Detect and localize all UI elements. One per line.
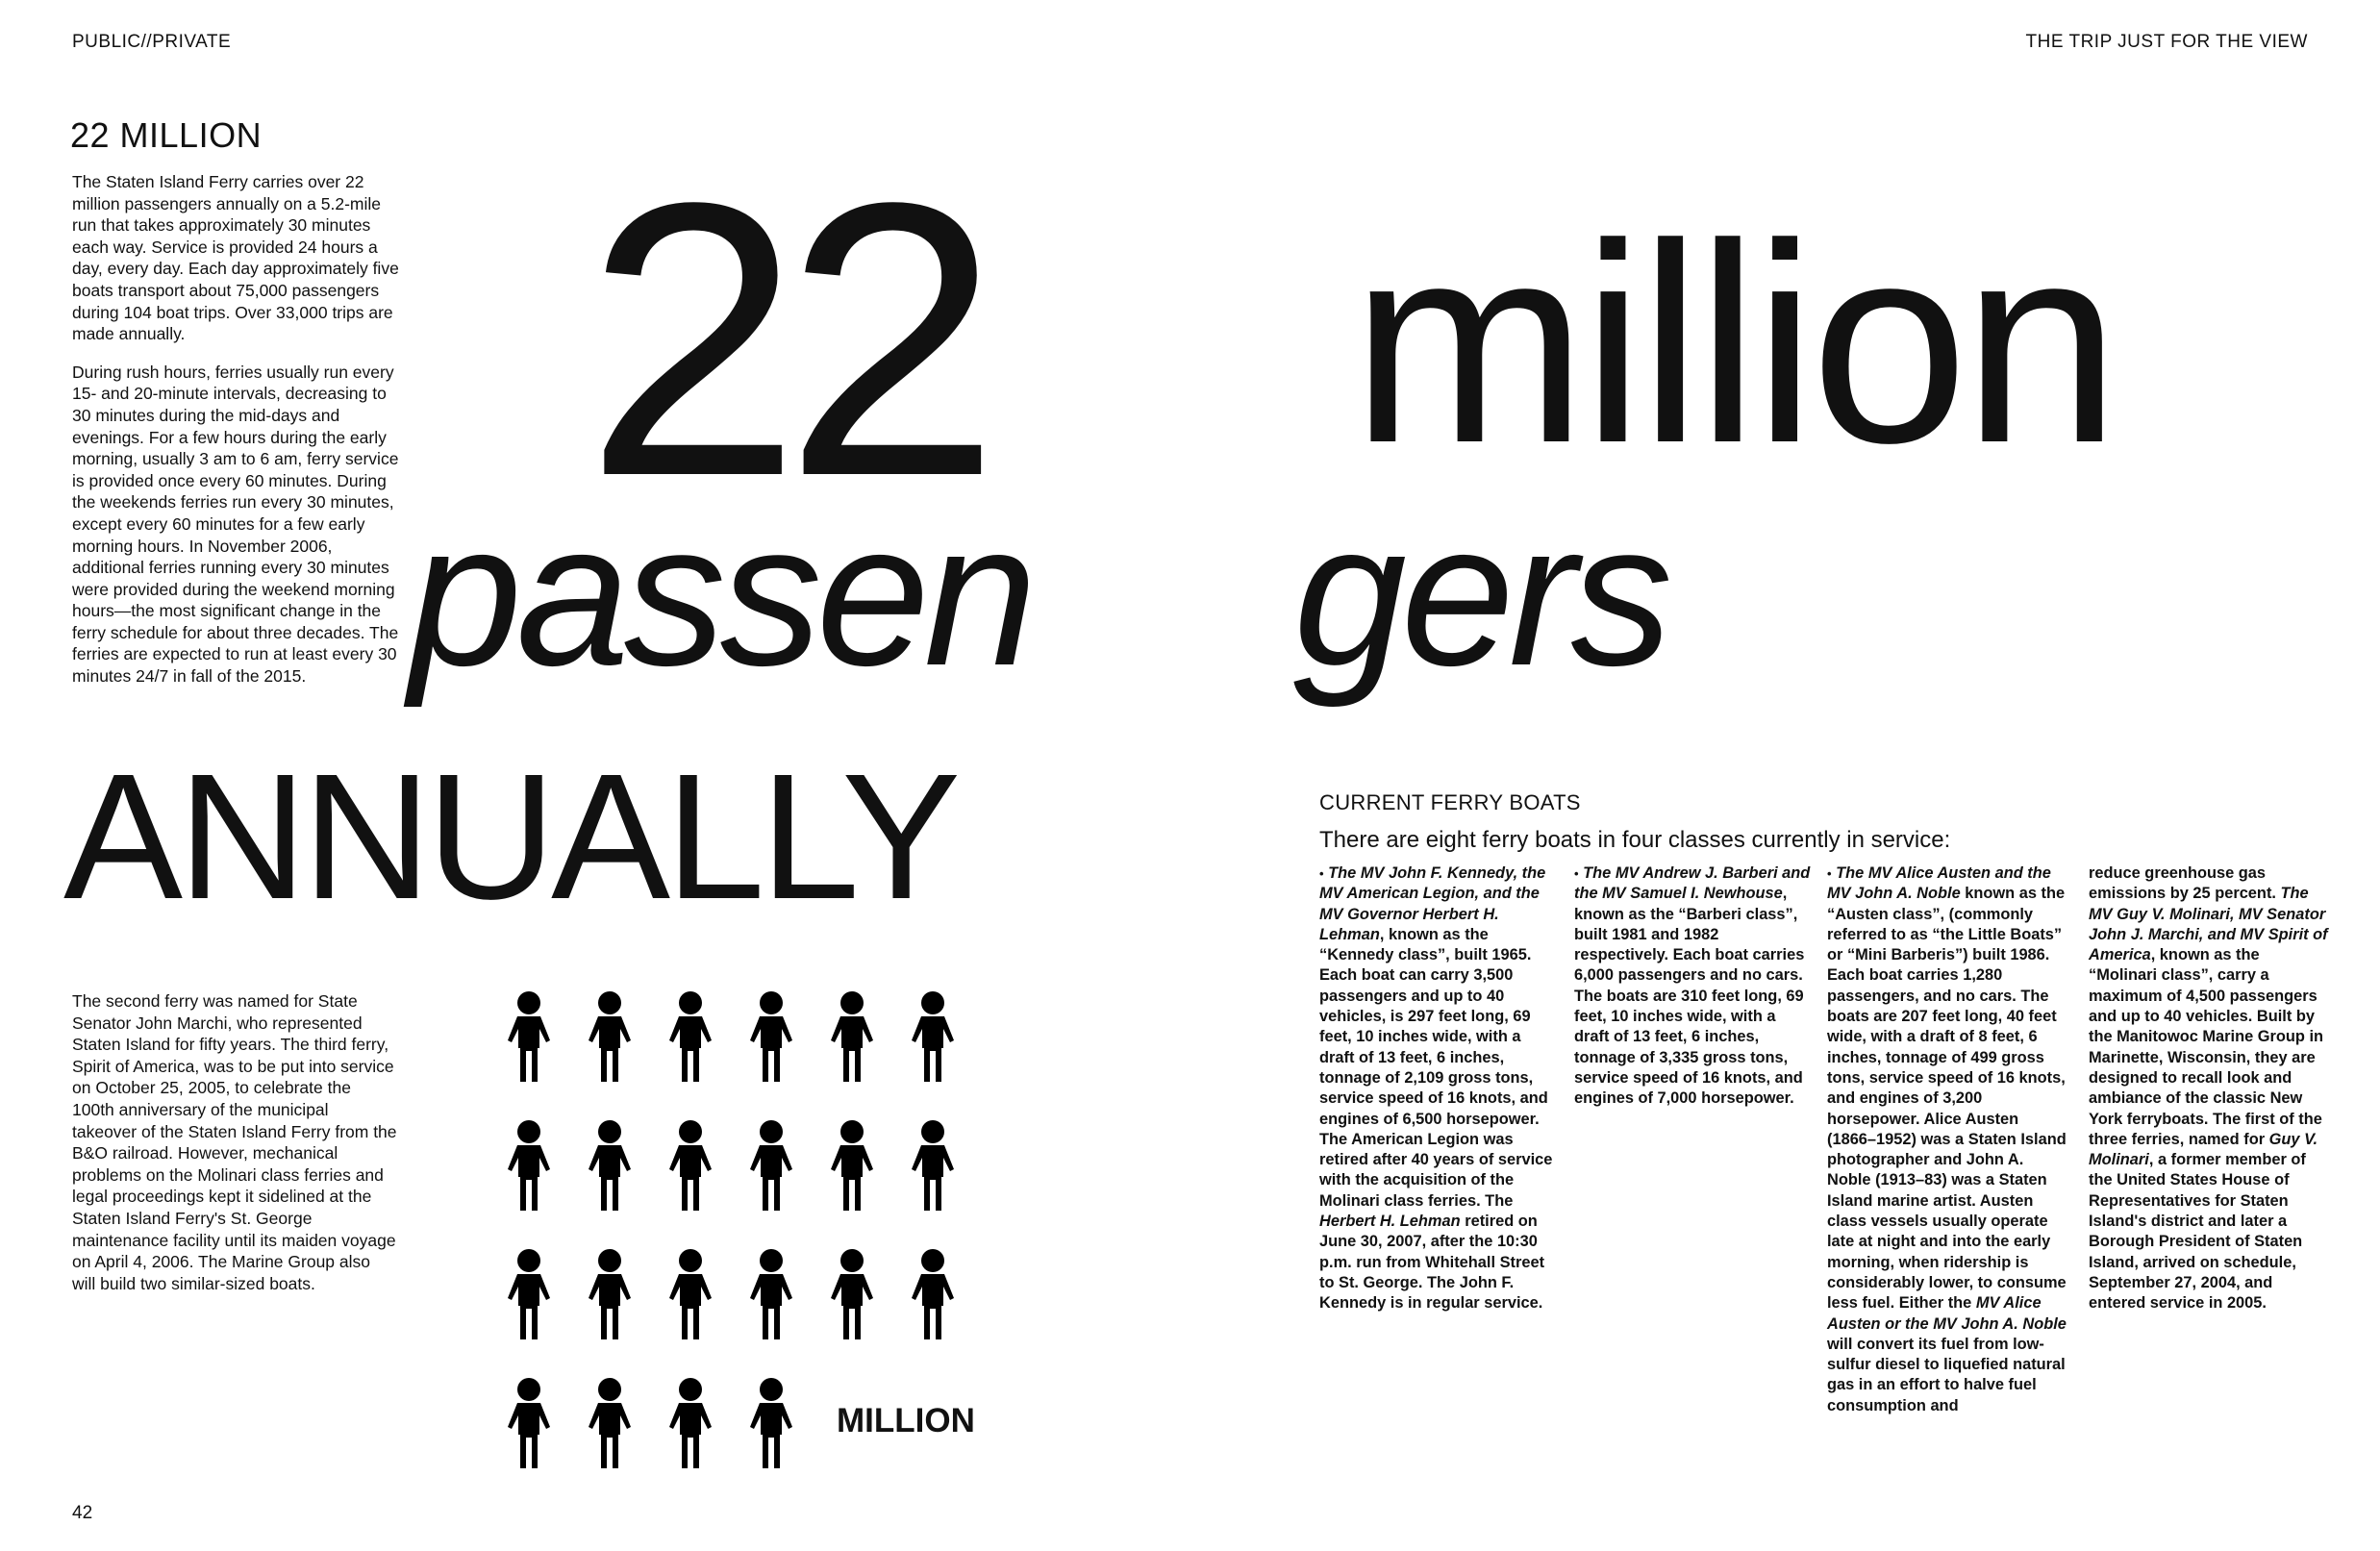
page-number: 42 [72,1503,93,1523]
ferry-boats-title: CURRENT FERRY BOATS [1319,790,1581,814]
person-icon [831,1249,873,1339]
barberi-class-text: • The MV Andrew J. Barberi and the MV Sa… [1574,864,1811,1108]
person-icon [912,1120,954,1211]
person-icon [589,1249,631,1339]
person-icon [589,1378,631,1468]
pictogram-grid: MILLION [507,990,1007,1500]
person-icon [831,1120,873,1211]
person-icon [508,991,550,1082]
headline-adverb: ANNUALLY [63,738,961,937]
intro-body: The Staten Island Ferry carries over 22 … [72,171,399,704]
person-icon [508,1378,550,1468]
ferry-column-kennedy: • The MV John F. Kennedy, the MV America… [1319,863,1560,1314]
running-header-left: PUBLIC//PRIVATE [72,32,232,52]
ferry-column-austen: • The MV Alice Austen and the MV John A.… [1827,863,2067,1416]
person-icon [750,1378,792,1468]
person-icon [750,1120,792,1211]
running-header-right: THE TRIP JUST FOR THE VIEW [2025,32,2308,52]
headline-word-part-1: passen [409,480,1038,708]
ferry-boats-subtitle: There are eight ferry boats in four clas… [1319,827,1951,853]
person-icon [508,1120,550,1211]
person-icon [750,991,792,1082]
person-icon [669,991,712,1082]
person-icon [750,1249,792,1339]
person-icon [669,1120,712,1211]
person-icon [508,1249,550,1339]
section-title-22-million: 22 MILLION [70,115,263,155]
second-ferry-paragraph: The second ferry was named for State Sen… [72,991,397,1293]
person-icon [589,991,631,1082]
austen-class-text: • The MV Alice Austen and the MV John A.… [1827,864,2067,1414]
person-icon [831,991,873,1082]
intro-paragraph-1: The Staten Island Ferry carries over 22 … [72,172,399,344]
molinari-class-text: reduce greenhouse gas emissions by 25 pe… [2089,864,2328,1313]
ferry-column-barberi: • The MV Andrew J. Barberi and the MV Sa… [1574,863,1815,1110]
person-icon [589,1120,631,1211]
person-icon [912,991,954,1082]
headline-word-part-2: gers [1293,480,1672,708]
person-icon [669,1249,712,1339]
second-ferry-text: The second ferry was named for State Sen… [72,990,397,1311]
headline-unit: million [1351,185,2120,502]
intro-paragraph-2: During rush hours, ferries usually run e… [72,362,399,687]
headline-number: 22 [585,121,1001,557]
kennedy-class-text: • The MV John F. Kennedy, the MV America… [1319,864,1553,1313]
person-icon [669,1378,712,1468]
pictogram-label: MILLION [837,1402,975,1439]
person-icon [912,1249,954,1339]
ferry-column-molinari: reduce greenhouse gas emissions by 25 pe… [2089,863,2329,1314]
